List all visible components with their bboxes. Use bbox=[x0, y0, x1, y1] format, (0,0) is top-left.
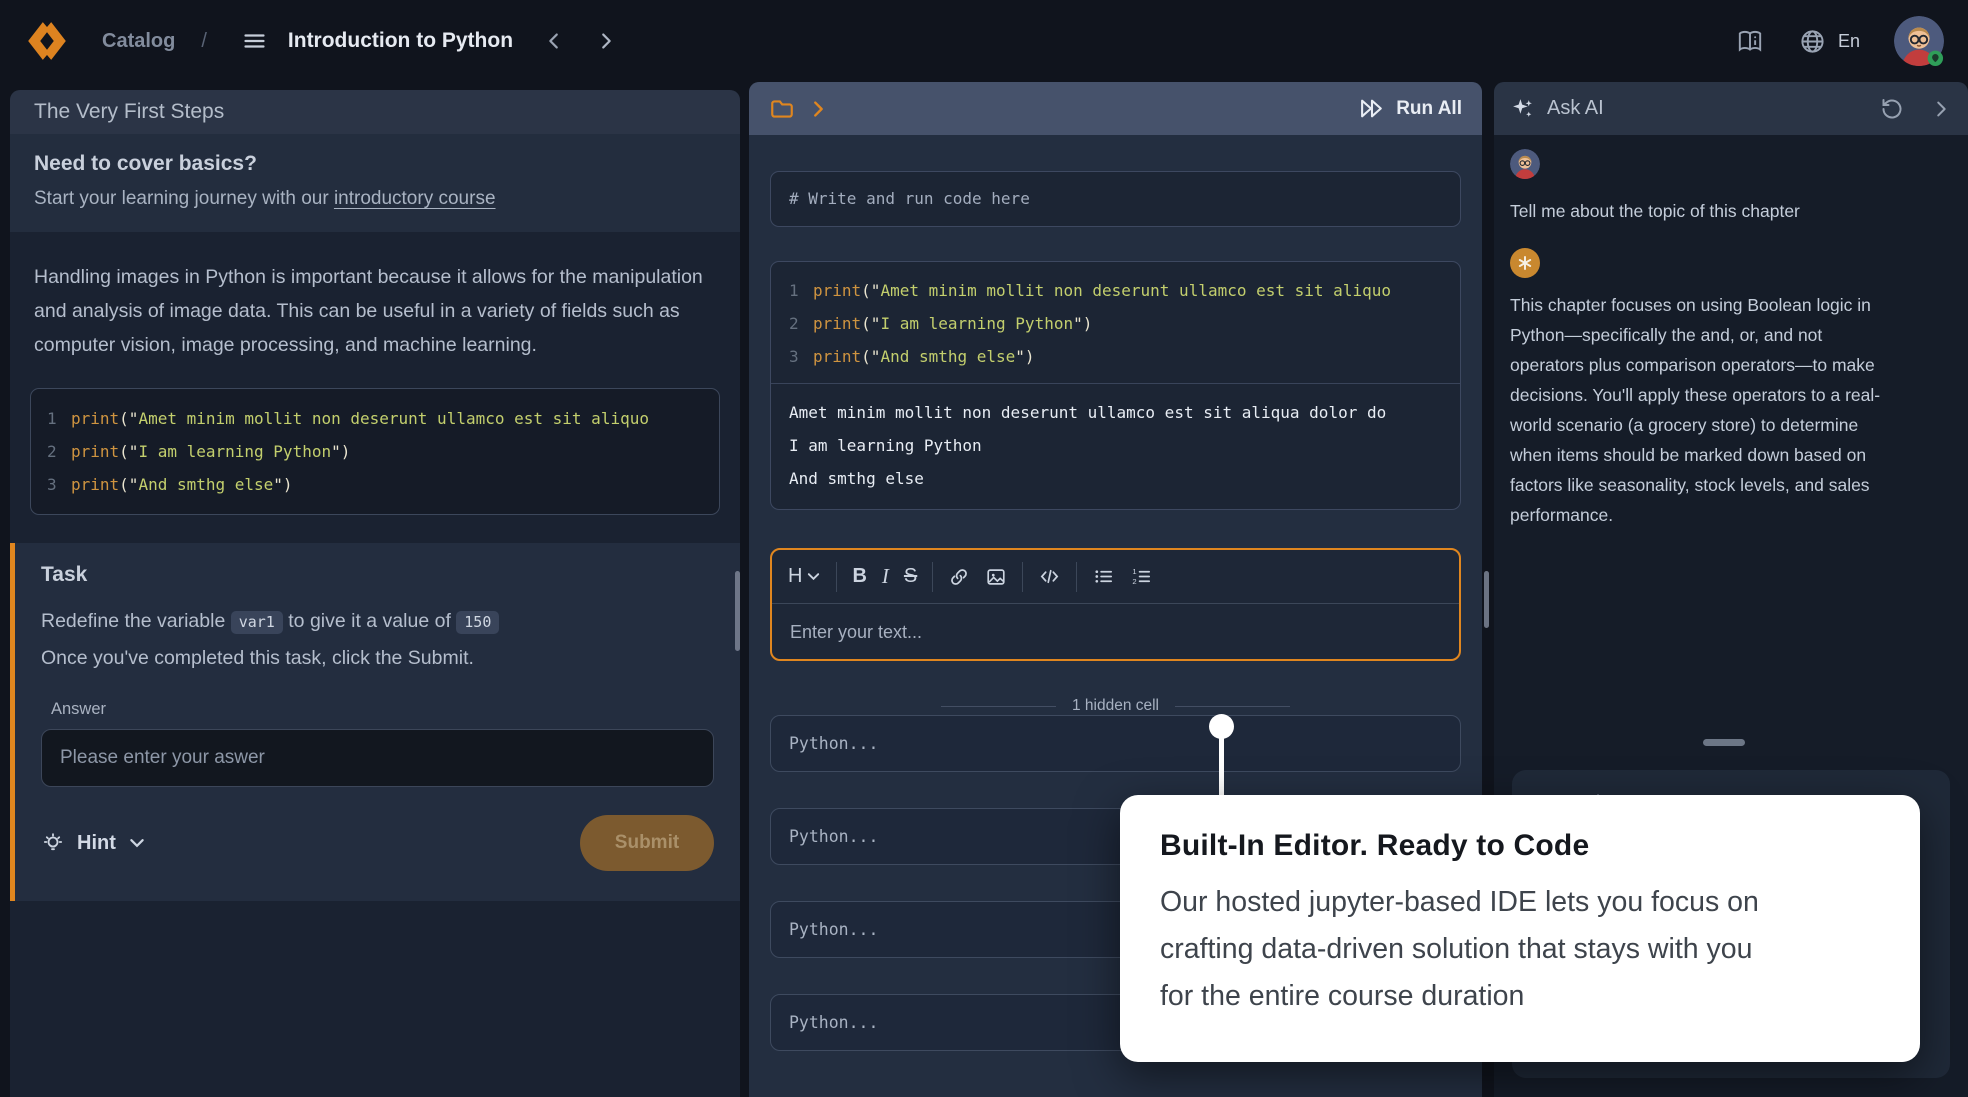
top-nav: Catalog / Introduction to Python En bbox=[0, 0, 1968, 82]
lesson-code-block: 1print("Amet minim mollit non deserunt u… bbox=[30, 388, 720, 515]
sparkle-icon bbox=[1510, 96, 1535, 121]
user-avatar[interactable] bbox=[1894, 16, 1944, 66]
code-line: 2print("I am learning Python") bbox=[789, 307, 1460, 340]
code-cell[interactable]: 1print("Amet minim mollit non deserunt u… bbox=[770, 261, 1461, 510]
chapter-list-icon[interactable] bbox=[241, 29, 268, 53]
editor-toolbar: H B I S bbox=[772, 550, 1459, 603]
task-instruction: Redefine the variable var1 to give it a … bbox=[41, 603, 714, 676]
hint-label: Hint bbox=[77, 832, 116, 855]
chevron-right-icon bbox=[1930, 98, 1952, 120]
hidden-cells-label: 1 hidden cell bbox=[1072, 697, 1159, 715]
output-line: I am learning Python bbox=[789, 429, 1442, 462]
task-card: Task Redefine the variable var1 to give … bbox=[10, 543, 740, 901]
breadcrumb-catalog[interactable]: Catalog bbox=[102, 30, 175, 53]
code-line: 1print("Amet minim mollit non deserunt u… bbox=[47, 402, 719, 435]
language-globe-icon[interactable] bbox=[1799, 28, 1826, 55]
lesson-panel: The Very First Steps Need to cover basic… bbox=[10, 90, 740, 1097]
folder-icon[interactable] bbox=[769, 96, 795, 122]
tooltip-title: Built-In Editor. Ready to Code bbox=[1160, 829, 1880, 863]
next-chapter-button[interactable] bbox=[595, 30, 617, 52]
ai-assistant-avatar bbox=[1510, 248, 1540, 278]
basics-heading: Need to cover basics? bbox=[34, 152, 716, 176]
ai-message: This chapter focuses on using Boolean lo… bbox=[1510, 290, 1895, 530]
code-button[interactable] bbox=[1038, 565, 1061, 588]
brand-logo-icon[interactable] bbox=[24, 18, 70, 64]
heading-button[interactable]: H bbox=[788, 565, 821, 588]
svg-text:2: 2 bbox=[1133, 577, 1137, 586]
lesson-scrollbar-thumb[interactable] bbox=[735, 571, 740, 651]
svg-text:1: 1 bbox=[1133, 567, 1137, 576]
introductory-course-link[interactable]: introductory course bbox=[334, 188, 496, 209]
strikethrough-button[interactable]: S bbox=[904, 565, 917, 588]
rich-text-editor: H B I S bbox=[770, 548, 1461, 661]
hint-button[interactable]: Hint bbox=[41, 831, 146, 855]
lightbulb-icon bbox=[41, 831, 65, 855]
ask-ai-title: Ask AI bbox=[1547, 97, 1604, 120]
tooltip-anchor-line bbox=[1219, 736, 1224, 798]
hidden-cells-toggle[interactable]: 1 hidden cell bbox=[770, 697, 1461, 715]
answer-input[interactable] bbox=[41, 729, 714, 787]
glossary-book-icon[interactable] bbox=[1735, 28, 1765, 54]
app-root: Catalog / Introduction to Python En bbox=[0, 0, 1968, 1097]
cell-output: Amet minim mollit non deserunt ullamco e… bbox=[771, 383, 1460, 509]
variable-chip: var1 bbox=[231, 611, 283, 634]
run-all-label: Run All bbox=[1396, 98, 1462, 120]
italic-button[interactable]: I bbox=[882, 564, 889, 589]
collapsed-cell[interactable]: Python... bbox=[770, 715, 1461, 772]
collapse-panel-button[interactable] bbox=[1930, 98, 1952, 120]
task-instruction-line2: Once you've completed this task, click t… bbox=[41, 647, 474, 669]
chevron-down-icon bbox=[128, 834, 146, 852]
output-line: Amet minim mollit non deserunt ullamco e… bbox=[789, 396, 1442, 429]
ai-asterisk-icon bbox=[1516, 254, 1534, 272]
prev-chapter-button[interactable] bbox=[543, 30, 565, 52]
run-all-button[interactable]: Run All bbox=[1359, 97, 1462, 120]
tooltip-anchor-dot bbox=[1209, 714, 1234, 739]
editor-scrollbar-thumb[interactable] bbox=[1484, 571, 1489, 628]
image-icon bbox=[985, 566, 1007, 588]
expand-files-chevron-icon[interactable] bbox=[807, 98, 829, 120]
refresh-icon bbox=[1880, 97, 1904, 121]
link-button[interactable] bbox=[948, 566, 970, 588]
resize-handle[interactable] bbox=[1703, 739, 1745, 746]
basics-text: Start your learning journey with our bbox=[34, 188, 334, 209]
ask-ai-header: Ask AI bbox=[1494, 82, 1968, 135]
language-label[interactable]: En bbox=[1838, 31, 1860, 52]
bullet-list-icon bbox=[1092, 565, 1115, 588]
code-icon bbox=[1038, 565, 1061, 588]
reset-chat-button[interactable] bbox=[1880, 97, 1904, 121]
numbered-list-button[interactable]: 1 2 bbox=[1130, 565, 1153, 588]
chapter-title: The Very First Steps bbox=[10, 90, 740, 134]
user-message: Tell me about the topic of this chapter bbox=[1510, 196, 1948, 226]
lesson-paragraph: Handling images in Python is important b… bbox=[10, 232, 740, 362]
answer-label: Answer bbox=[51, 700, 714, 719]
code-line: 3print("And smthg else") bbox=[47, 468, 719, 501]
link-icon bbox=[948, 566, 970, 588]
editor-header: Run All bbox=[749, 82, 1482, 135]
page-title: Introduction to Python bbox=[288, 29, 513, 53]
image-button[interactable] bbox=[985, 566, 1007, 588]
chevron-down-icon bbox=[806, 569, 821, 584]
value-chip: 150 bbox=[456, 611, 499, 634]
chat-thread: Tell me about the topic of this chapter … bbox=[1494, 135, 1968, 530]
onboarding-tooltip: Built-In Editor. Ready to Code Our hoste… bbox=[1120, 795, 1920, 1062]
scratch-code-cell[interactable]: # Write and run code here bbox=[770, 171, 1461, 227]
code-line: 3print("And smthg else") bbox=[789, 340, 1460, 373]
user-chat-avatar bbox=[1510, 166, 1540, 183]
task-heading: Task bbox=[41, 563, 714, 587]
code-line: 1print("Amet minim mollit non deserunt u… bbox=[789, 274, 1460, 307]
submit-button[interactable]: Submit bbox=[580, 815, 714, 871]
basics-callout: Need to cover basics? Start your learnin… bbox=[10, 134, 740, 232]
text-cell-input[interactable]: Enter your text... bbox=[772, 603, 1459, 659]
numbered-list-icon: 1 2 bbox=[1130, 565, 1153, 588]
output-line: And smthg else bbox=[789, 462, 1442, 495]
code-line: 2print("I am learning Python") bbox=[47, 435, 719, 468]
breadcrumb-separator: / bbox=[201, 30, 207, 53]
tooltip-body: Our hosted jupyter-based IDE lets you fo… bbox=[1160, 879, 1780, 1020]
run-all-icon bbox=[1359, 97, 1386, 120]
bullet-list-button[interactable] bbox=[1092, 565, 1115, 588]
bold-button[interactable]: B bbox=[852, 565, 866, 588]
